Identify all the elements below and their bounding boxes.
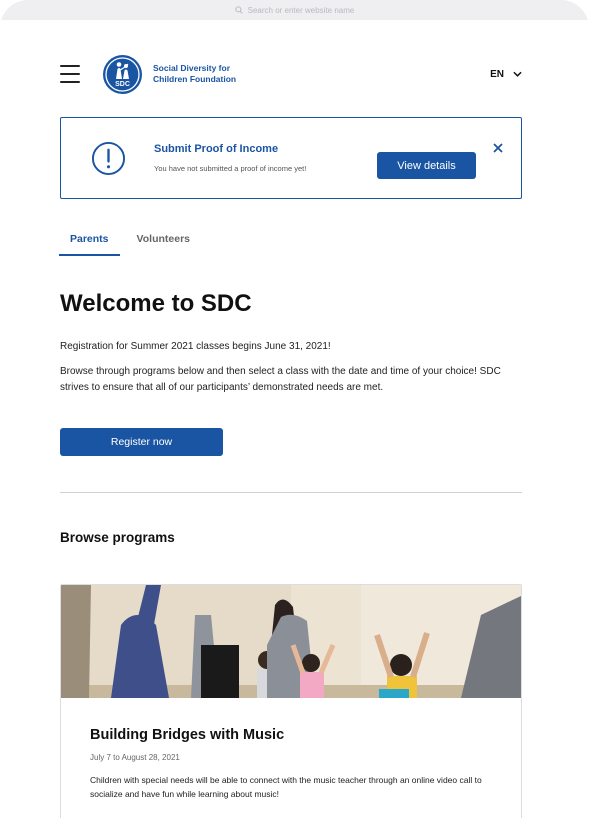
alert-icon: [91, 141, 126, 176]
page-title: Welcome to SDC: [60, 290, 252, 317]
site-header: SDC Social Diversity for Children Founda…: [60, 54, 522, 94]
register-now-button[interactable]: Register now: [60, 428, 223, 456]
view-details-button[interactable]: View details: [377, 152, 476, 179]
proof-of-income-alert: Submit Proof of Income You have not subm…: [60, 117, 522, 199]
chevron-down-icon: [513, 71, 522, 77]
tab-volunteers[interactable]: Volunteers: [137, 233, 190, 256]
menu-icon[interactable]: [60, 65, 80, 83]
section-divider: [60, 492, 522, 493]
address-placeholder: Search or enter website name: [247, 5, 355, 15]
program-dates: July 7 to August 28, 2021: [90, 753, 180, 762]
program-photo: [61, 585, 521, 698]
organization-name[interactable]: Social Diversity for Children Foundation: [153, 63, 253, 85]
browser-address-bar[interactable]: Search or enter website name: [0, 0, 589, 20]
page: Search or enter website name SDC Social …: [0, 0, 589, 818]
alert-title: Submit Proof of Income: [154, 143, 279, 155]
alert-message: You have not submitted a proof of income…: [154, 164, 307, 173]
language-selector[interactable]: EN: [490, 69, 522, 80]
search-icon: [234, 6, 243, 14]
language-label: EN: [490, 68, 504, 80]
tab-parents[interactable]: Parents: [59, 233, 120, 256]
org-name-line2: Children Foundation: [153, 74, 237, 84]
registration-notice: Registration for Summer 2021 classes beg…: [60, 341, 331, 352]
welcome-description: Browse through programs below and then s…: [60, 366, 501, 393]
program-card[interactable]: Building Bridges with Music July 7 to Au…: [60, 584, 522, 818]
close-icon[interactable]: [492, 142, 504, 154]
address-field[interactable]: Search or enter website name: [234, 5, 355, 15]
logo-emblem: SDC: [105, 56, 140, 92]
logo-text: SDC: [115, 81, 130, 88]
program-title[interactable]: Building Bridges with Music: [90, 727, 284, 743]
org-name-line1: Social Diversity for: [153, 63, 231, 73]
browse-programs-heading: Browse programs: [60, 530, 175, 545]
sdc-logo[interactable]: SDC: [103, 54, 142, 94]
audience-tabs: Parents Volunteers: [59, 233, 190, 256]
program-description: Children with special needs will be able…: [90, 775, 482, 799]
